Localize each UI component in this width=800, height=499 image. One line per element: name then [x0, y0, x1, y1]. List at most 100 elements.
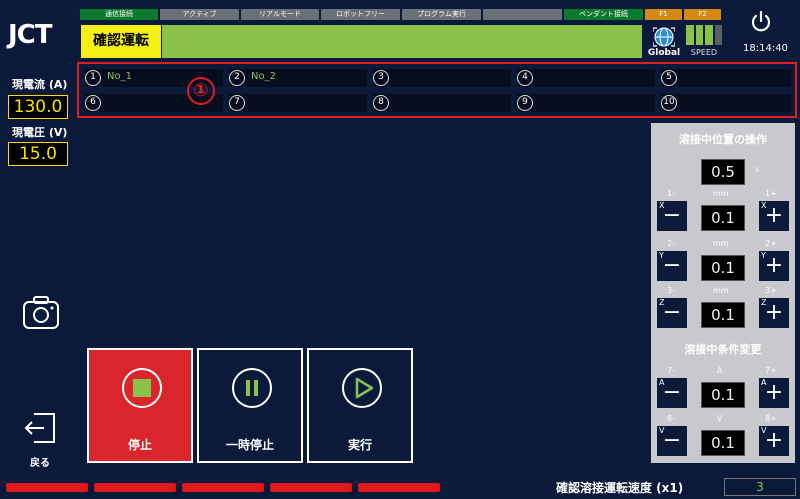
y-plus-button[interactable]: Y +: [759, 251, 789, 281]
plus-icon: +: [764, 428, 784, 453]
slot-number: 9: [517, 95, 533, 111]
slot-10[interactable]: 10: [661, 94, 791, 112]
slot-number: 3: [373, 70, 389, 86]
speed-bar-4: [714, 25, 722, 45]
back-button[interactable]: 戻る: [22, 410, 58, 469]
plus-icon: +: [764, 300, 784, 325]
globe-icon: [653, 27, 675, 47]
a-plus-label: 7+: [765, 366, 777, 375]
voltage-label: 現電圧 (V): [12, 126, 68, 139]
status-program-run: プログラム実行: [402, 9, 481, 20]
pause-icon: [232, 368, 272, 408]
status-active: アクティブ: [160, 9, 239, 20]
current-value: 130.0: [8, 95, 68, 119]
pause-label: 一時停止: [225, 438, 274, 452]
slot-2[interactable]: 2 No_2: [229, 69, 367, 87]
y-minus-button[interactable]: Y −: [657, 251, 687, 281]
camera-icon[interactable]: [22, 294, 60, 330]
speed-bar-3: [705, 25, 713, 45]
a-plus-button[interactable]: A +: [759, 378, 789, 408]
slot-4[interactable]: 4: [517, 69, 655, 87]
y-plus-label: 2+: [765, 239, 777, 248]
speed-indicator[interactable]: SPEED: [684, 24, 724, 60]
status-bar-5: [358, 483, 440, 492]
slot-name: No_1: [107, 71, 132, 82]
v-plus-button[interactable]: V +: [759, 426, 789, 456]
v-minus-label: 8-: [667, 414, 675, 423]
x-minus-button[interactable]: X −: [657, 201, 687, 231]
a-step-value[interactable]: 0.1: [701, 382, 745, 408]
exit-icon: [24, 413, 55, 443]
minus-icon: −: [662, 203, 682, 228]
y-unit: mm: [713, 239, 729, 248]
slot-number: 6: [85, 95, 101, 111]
time-value[interactable]: 0.5: [701, 159, 745, 185]
z-unit: mm: [713, 286, 729, 295]
a-minus-label: 7-: [667, 366, 675, 375]
minus-icon: −: [662, 253, 682, 278]
z-minus-label: 3-: [667, 286, 675, 295]
power-icon[interactable]: [749, 10, 773, 34]
slot-number: 7: [229, 95, 245, 111]
slot-9[interactable]: 9: [517, 94, 655, 112]
plus-icon: +: [764, 253, 784, 278]
mode-label: 確認運転: [81, 25, 161, 58]
status-pendant: ペンダント接続: [564, 9, 643, 20]
global-coord-button[interactable]: Global: [646, 24, 682, 60]
weld-position-panel: 溶接中位置の操作 0.5 s 1- mm 1+ X − 0.1 X + 2- mm …: [651, 123, 795, 463]
status-bar-1: [6, 483, 88, 492]
x-minus-label: 1-: [667, 189, 675, 198]
minus-icon: −: [662, 300, 682, 325]
v-step-value[interactable]: 0.1: [701, 430, 745, 456]
slot-number: 8: [373, 95, 389, 111]
slot-7[interactable]: 7: [229, 94, 367, 112]
v-minus-button[interactable]: V −: [657, 426, 687, 456]
status-real-mode: リアルモード: [241, 9, 319, 20]
panel-title: 溶接中位置の操作: [679, 133, 767, 146]
slot-number: 4: [517, 70, 533, 86]
slot-3[interactable]: 3: [373, 69, 511, 87]
slot-number: 1: [85, 70, 101, 86]
x-unit: mm: [713, 189, 729, 198]
run-label: 実行: [347, 438, 372, 452]
status-robot-free: ロボットフリー: [321, 9, 400, 20]
back-label: 戻る: [30, 458, 50, 469]
mode-status-bar: [162, 25, 642, 58]
status-comm: 通信接続: [80, 9, 158, 20]
run-button[interactable]: 実行: [307, 348, 413, 463]
a-minus-button[interactable]: A −: [657, 378, 687, 408]
plus-icon: +: [764, 380, 784, 405]
x-plus-button[interactable]: X +: [759, 201, 789, 231]
v-unit: V: [717, 414, 723, 423]
slot-name: No_2: [251, 71, 276, 82]
x-step-value[interactable]: 0.1: [701, 205, 745, 231]
x-plus-label: 1+: [765, 189, 777, 198]
current-label: 現電流 (A): [12, 78, 68, 91]
play-icon: [342, 368, 382, 408]
slot-8[interactable]: 8: [373, 94, 511, 112]
v-plus-label: 8+: [765, 414, 777, 423]
y-step-value[interactable]: 0.1: [701, 255, 745, 281]
stop-label: 停止: [127, 438, 152, 452]
status-blank: [483, 9, 562, 20]
clock: 18:14:40: [743, 43, 788, 54]
slot-5[interactable]: 5: [661, 69, 791, 87]
z-step-value[interactable]: 0.1: [701, 302, 745, 328]
z-plus-button[interactable]: Z +: [759, 298, 789, 328]
confirm-speed-label: 確認溶接運転速度 (x1): [556, 481, 684, 495]
z-minus-button[interactable]: Z −: [657, 298, 687, 328]
slot-number: 5: [661, 70, 677, 86]
pause-button[interactable]: 一時停止: [197, 348, 303, 463]
program-slot-panel: 1 No_1 2 No_2 3 4 5 6 7 8 9 10: [77, 62, 797, 118]
status-bar-4: [270, 483, 352, 492]
speed-label: SPEED: [690, 48, 718, 57]
stop-button[interactable]: 停止: [87, 348, 193, 463]
speed-bar-1: [686, 25, 694, 45]
voltage-value: 15.0: [8, 142, 68, 166]
minus-icon: −: [662, 380, 682, 405]
status-bar-3: [182, 483, 264, 492]
confirm-speed-value[interactable]: 3: [724, 478, 796, 496]
status-f1: F1: [645, 9, 682, 20]
plus-icon: +: [764, 203, 784, 228]
status-indicator-row: 通信接続 アクティブ リアルモード ロボットフリー プログラム実行 ペンダント接…: [80, 9, 721, 20]
